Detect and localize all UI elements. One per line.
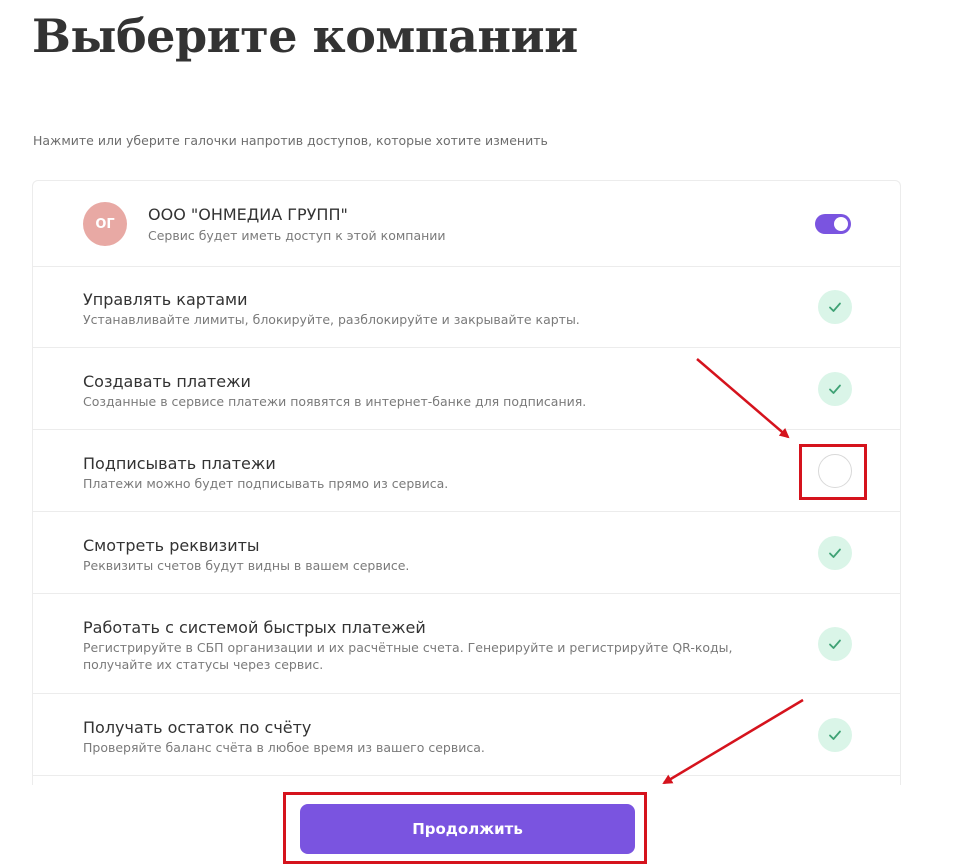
company-description: Сервис будет иметь доступ к этой компани… xyxy=(148,228,446,243)
permission-checkbox[interactable] xyxy=(818,536,852,570)
permission-description: Проверяйте баланс счёта в любое время из… xyxy=(83,740,485,755)
permission-description: Созданные в сервисе платежи появятся в и… xyxy=(83,394,587,409)
company-access-toggle[interactable] xyxy=(815,214,851,234)
page-title: Выберите компании xyxy=(32,9,578,63)
permission-row-cards[interactable]: Управлять картами Устанавливайте лимиты,… xyxy=(33,266,900,348)
permission-checkbox[interactable] xyxy=(818,290,852,324)
toggle-knob xyxy=(834,217,848,231)
permission-row-create-payments[interactable]: Создавать платежи Созданные в сервисе пл… xyxy=(33,348,900,430)
continue-button[interactable]: Продолжить xyxy=(300,804,635,854)
permission-title: Работать с системой быстрых платежей xyxy=(83,618,426,637)
company-name: ООО "ОНМЕДИА ГРУПП" xyxy=(148,205,348,224)
permission-row-requisites[interactable]: Смотреть реквизиты Реквизиты счетов буду… xyxy=(33,512,900,594)
company-avatar: ОГ xyxy=(83,202,127,246)
permission-row-sign-payments[interactable]: Подписывать платежи Платежи можно будет … xyxy=(33,430,900,512)
permission-description: Устанавливайте лимиты, блокируйте, разбл… xyxy=(83,312,580,327)
permission-checkbox[interactable] xyxy=(818,627,852,661)
page: Выберите компании Нажмите или уберите га… xyxy=(0,0,956,868)
company-row: ОГ ООО "ОНМЕДИА ГРУПП" Сервис будет имет… xyxy=(33,181,900,267)
permission-description: Регистрируйте в СБП организации и их рас… xyxy=(83,640,733,672)
checkmark-icon xyxy=(829,384,841,394)
permission-checkbox[interactable] xyxy=(818,372,852,406)
permissions-card: ОГ ООО "ОНМЕДИА ГРУПП" Сервис будет имет… xyxy=(32,180,901,785)
checkmark-icon xyxy=(829,639,841,649)
permission-description: Платежи можно будет подписывать прямо из… xyxy=(83,476,449,491)
permission-title: Получать остаток по счёту xyxy=(83,718,312,737)
page-subtitle: Нажмите или уберите галочки напротив дос… xyxy=(33,133,548,148)
permission-title: Управлять картами xyxy=(83,290,248,309)
permission-row-balance[interactable]: Получать остаток по счёту Проверяйте бал… xyxy=(33,694,900,776)
permission-title: Создавать платежи xyxy=(83,372,251,391)
checkmark-icon xyxy=(829,730,841,740)
permission-checkbox[interactable] xyxy=(818,718,852,752)
permission-title: Подписывать платежи xyxy=(83,454,276,473)
permission-row-sbp[interactable]: Работать с системой быстрых платежей Рег… xyxy=(33,594,900,694)
permission-title: Смотреть реквизиты xyxy=(83,536,260,555)
checkmark-icon xyxy=(829,548,841,558)
annotation-highlight-checkbox xyxy=(799,444,867,500)
permission-description: Реквизиты счетов будут видны в вашем сер… xyxy=(83,558,410,573)
checkmark-icon xyxy=(829,302,841,312)
